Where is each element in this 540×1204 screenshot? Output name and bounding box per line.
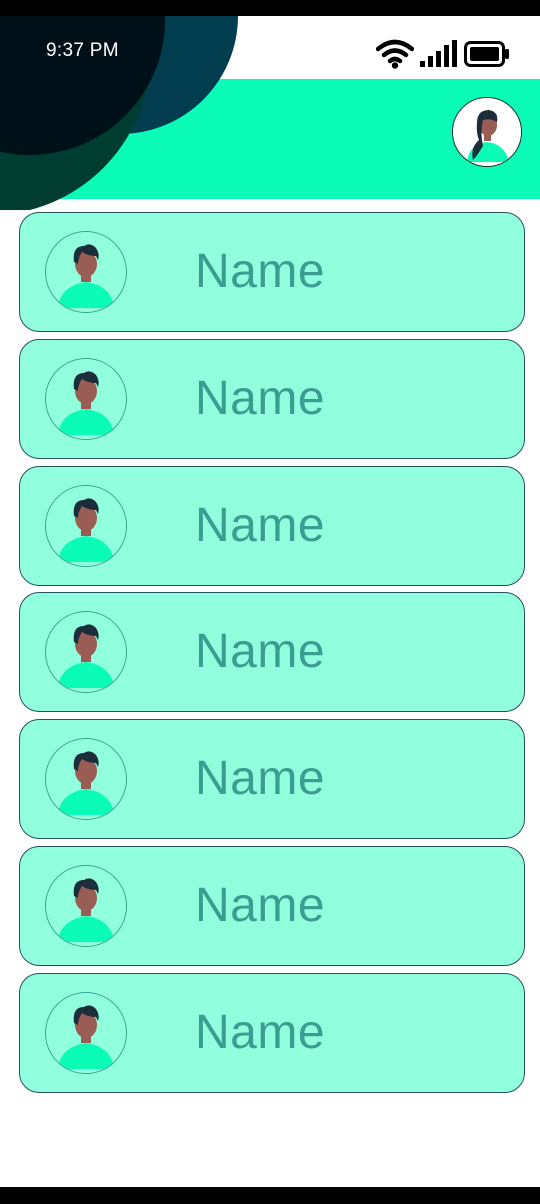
contact-list: Name Name Name Name Name Name Name (19, 212, 525, 1099)
contact-name: Name (195, 878, 326, 932)
signal-icon (420, 40, 458, 68)
battery-icon (464, 41, 510, 67)
contact-card[interactable]: Name (19, 212, 525, 332)
contact-avatar (45, 357, 127, 440)
contact-name: Name (195, 752, 326, 805)
man-avatar-icon (46, 485, 126, 566)
contact-avatar (45, 738, 127, 820)
man-avatar-icon (46, 358, 126, 439)
man-avatar-icon (46, 232, 126, 312)
contact-avatar (45, 864, 127, 947)
contact-card[interactable]: Name (19, 592, 525, 713)
man-avatar-icon (46, 865, 126, 946)
contact-avatar (45, 611, 127, 694)
contact-card[interactable]: Name (19, 719, 525, 839)
man-avatar-icon (46, 612, 126, 693)
contact-avatar (45, 991, 127, 1074)
status-icons (375, 38, 510, 70)
profile-avatar[interactable] (452, 97, 522, 167)
contact-name: Name (195, 1005, 326, 1059)
contact-name: Name (195, 371, 326, 425)
status-time: 9:37 PM (46, 40, 119, 61)
contact-name: Name (195, 245, 326, 298)
man-avatar-icon (46, 739, 126, 819)
man-avatar-icon (46, 992, 126, 1073)
woman-avatar-icon (453, 98, 521, 166)
contact-avatar (45, 484, 127, 567)
contact-name: Name (195, 625, 326, 679)
top-bezel (0, 0, 540, 16)
wifi-icon (375, 39, 415, 69)
contact-avatar (45, 231, 127, 313)
contact-card[interactable]: Name (19, 972, 525, 1093)
contact-card[interactable]: Name (19, 845, 525, 966)
bottom-bezel (0, 1187, 540, 1204)
contact-name: Name (195, 498, 326, 552)
contact-card[interactable]: Name (19, 338, 525, 459)
contact-card[interactable]: Name (19, 465, 525, 586)
